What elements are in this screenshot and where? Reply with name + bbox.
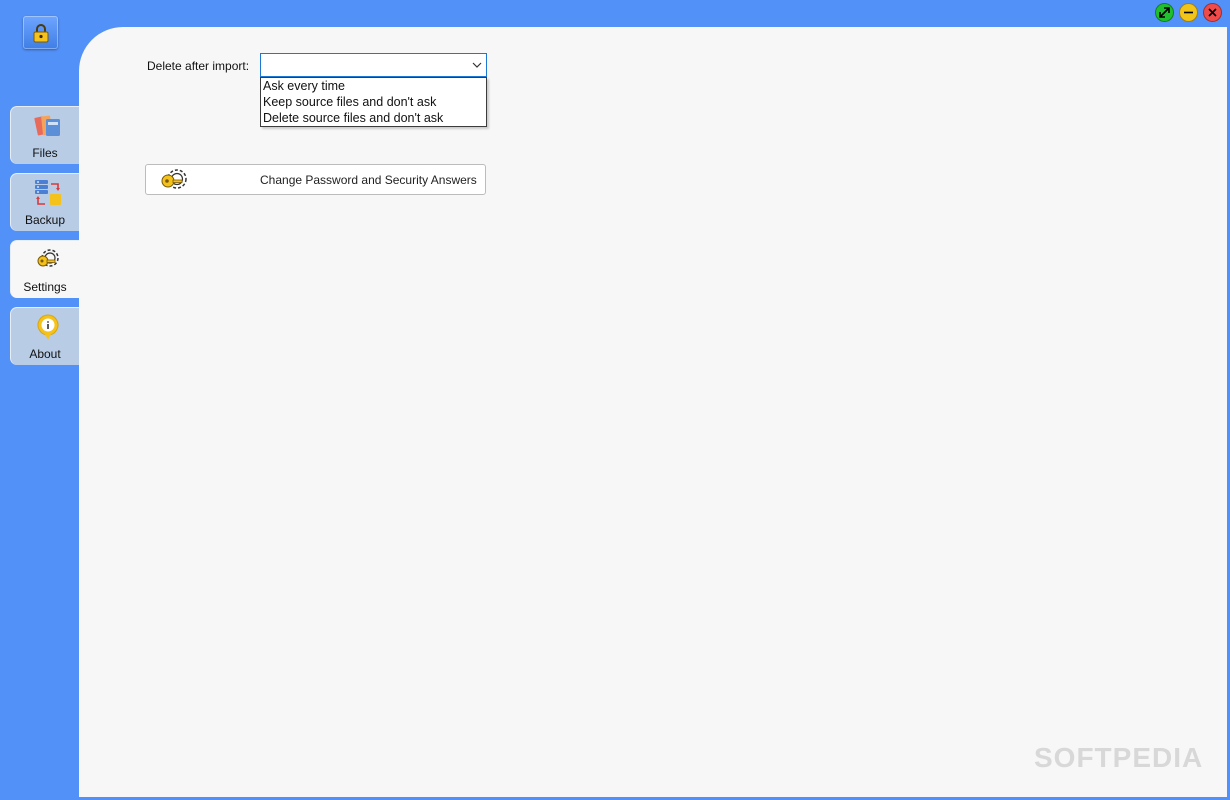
delete-after-import-label: Delete after import:: [147, 59, 250, 73]
softpedia-watermark: SOFTPEDIA: [1034, 742, 1204, 773]
tab-files-label: Files: [32, 146, 58, 160]
option-keep-source-files[interactable]: Keep source files and don't ask: [261, 94, 486, 110]
settings-panel: [79, 27, 1227, 797]
close-button[interactable]: [1203, 3, 1222, 22]
tab-settings[interactable]: Settings: [10, 240, 79, 298]
tab-about[interactable]: About: [10, 307, 79, 365]
delete-after-import-select[interactable]: [260, 53, 487, 77]
tab-backup[interactable]: Backup: [10, 173, 79, 231]
tab-files[interactable]: Files: [10, 106, 79, 164]
info-icon: [37, 314, 59, 340]
option-ask-every-time[interactable]: Ask every time: [261, 78, 486, 94]
minimize-icon: [1184, 11, 1193, 14]
lock-button[interactable]: [23, 16, 58, 49]
close-icon: [1208, 8, 1217, 17]
tab-settings-label: Settings: [23, 280, 67, 294]
delete-after-import-dropdown: Ask every time Keep source files and don…: [260, 77, 487, 127]
maximize-button[interactable]: [1155, 3, 1174, 22]
change-password-label: Change Password and Security Answers: [260, 173, 477, 187]
files-icon: [34, 115, 60, 136]
maximize-icon: [1159, 7, 1170, 18]
tab-about-label: About: [29, 347, 61, 361]
change-password-button[interactable]: Change Password and Security Answers: [145, 164, 486, 195]
settings-key-icon: [161, 169, 187, 189]
lock-icon: [33, 23, 48, 42]
option-delete-source-files[interactable]: Delete source files and don't ask: [261, 110, 486, 126]
settings-key-icon: [37, 249, 59, 267]
tab-backup-label: Backup: [24, 213, 66, 227]
minimize-button[interactable]: [1179, 3, 1198, 22]
chevron-down-icon: [472, 62, 482, 68]
backup-icon: [35, 180, 61, 205]
